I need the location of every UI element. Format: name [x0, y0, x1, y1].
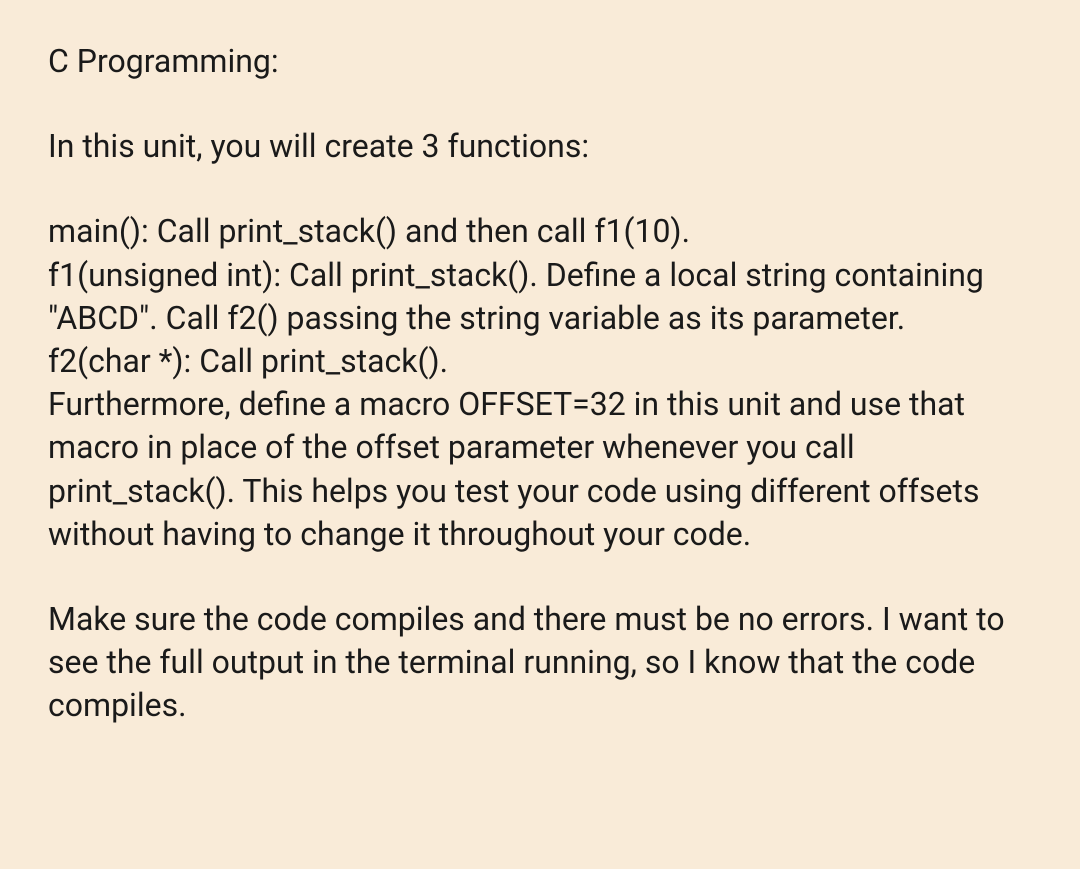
document-content: C Programming: In this unit, you will cr… — [48, 40, 1032, 727]
heading-paragraph: C Programming: — [48, 40, 1032, 83]
instructions-paragraph: Make sure the code compiles and there mu… — [48, 598, 1032, 728]
intro-paragraph: In this unit, you will create 3 function… — [48, 125, 1032, 168]
functions-paragraph: main(): Call print_stack() and then call… — [48, 210, 1032, 556]
